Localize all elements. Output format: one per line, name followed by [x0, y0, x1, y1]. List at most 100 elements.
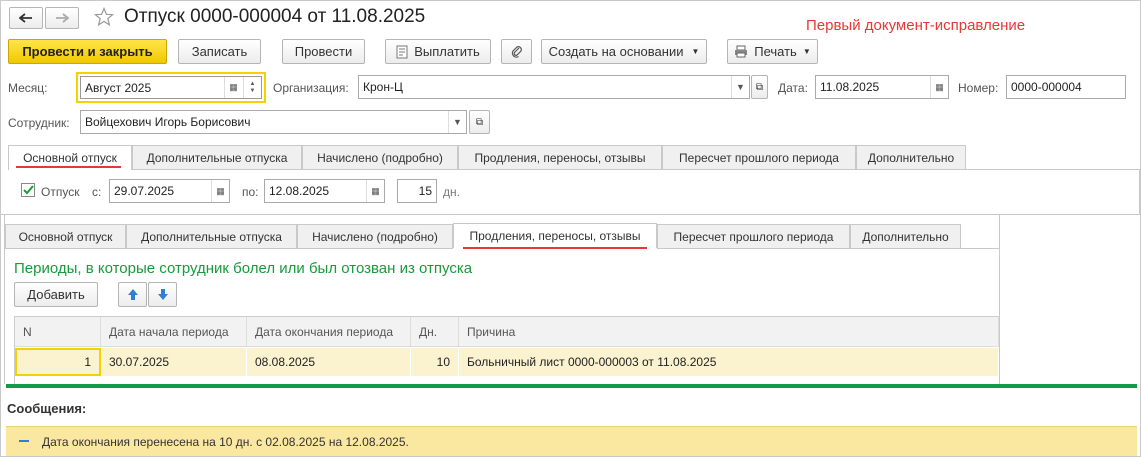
number-field[interactable]: 0000-000004 — [1006, 75, 1126, 99]
upper-tab-baseline — [132, 169, 966, 170]
open-icon: ⧉ — [755, 81, 764, 93]
cell-days[interactable]: 10 — [411, 348, 459, 376]
org-open-button[interactable]: ⧉ — [751, 75, 768, 99]
save-button[interactable]: Записать — [178, 39, 261, 64]
to-label: по: — [242, 185, 259, 199]
pay-button[interactable]: Выплатить — [385, 39, 491, 64]
vacation-checkbox-label: Отпуск — [41, 185, 80, 199]
org-value: Крон-Ц — [363, 80, 403, 94]
date-value: 11.08.2025 — [820, 80, 880, 94]
tab-recalculation[interactable]: Пересчет прошлого периода — [662, 145, 856, 169]
column-header-reason[interactable]: Причина — [459, 317, 999, 347]
checkmark-icon — [22, 185, 34, 195]
arrow-right-icon — [55, 13, 69, 23]
cell-end[interactable]: 08.08.2025 — [247, 348, 411, 376]
messages-title: Сообщения: — [7, 401, 87, 416]
print-button-label: Печать — [754, 44, 797, 59]
to-date-value: 12.08.2025 — [269, 184, 330, 198]
arrow-down-icon — [157, 288, 169, 301]
tab-recalculation[interactable]: Пересчет прошлого периода — [657, 224, 850, 248]
tab-additional-vacations[interactable]: Дополнительные отпуска — [132, 145, 302, 169]
underline-extensions — [463, 247, 647, 249]
dropdown-arrow-icon: ▼ — [802, 47, 811, 56]
lower-panel-right-border — [999, 214, 1000, 384]
annotation-title: Первый документ-исправление — [806, 17, 1026, 34]
to-date-field[interactable]: 12.08.2025 ▦ — [264, 179, 385, 203]
arrow-up-icon — [127, 288, 139, 301]
tab-additional[interactable]: Дополнительно — [850, 224, 961, 248]
date-field[interactable]: 11.08.2025 ▦ — [815, 75, 949, 99]
pay-doc-icon — [396, 45, 408, 59]
employee-value: Войцехович Игорь Борисович — [85, 115, 251, 129]
days-field[interactable]: 15 — [397, 179, 437, 203]
tab-extensions[interactable]: Продления, переносы, отзывы — [453, 223, 657, 248]
from-label: с: — [92, 185, 102, 199]
tab-additional-vacations[interactable]: Дополнительные отпуска — [126, 224, 297, 248]
cell-start[interactable]: 30.07.2025 — [101, 348, 247, 376]
tab-main-vacation[interactable]: Основной отпуск — [5, 224, 126, 248]
attach-button[interactable] — [501, 39, 532, 64]
column-header-days[interactable]: Дн. — [411, 317, 459, 347]
lower-tab-baseline — [5, 248, 453, 249]
date-label: Дата: — [778, 81, 808, 95]
employee-open-button[interactable]: ⧉ — [469, 110, 490, 134]
post-button[interactable]: Провести — [282, 39, 365, 64]
post-and-close-button[interactable]: Провести и закрыть — [8, 39, 167, 64]
calendar-icon[interactable]: ▦ — [224, 77, 242, 98]
message-bar[interactable]: Дата окончания перенесена на 10 дн. с 02… — [6, 426, 1137, 456]
from-date-value: 29.07.2025 — [114, 184, 175, 198]
days-unit: дн. — [443, 185, 460, 199]
org-field[interactable]: Крон-Ц ▼ — [358, 75, 750, 99]
extension-heading: Периоды, в которые сотрудник болел или б… — [14, 260, 473, 277]
underline-main-vacation — [16, 166, 121, 168]
month-value: Август 2025 — [85, 80, 152, 95]
pay-button-label: Выплатить — [414, 44, 480, 59]
printer-icon — [734, 45, 748, 58]
upper-panel-border — [966, 169, 1140, 215]
column-header-n[interactable]: N — [15, 317, 101, 347]
number-label: Номер: — [958, 81, 999, 95]
days-value: 15 — [418, 184, 432, 198]
message-text: Дата окончания перенесена на 10 дн. с 02… — [42, 434, 409, 449]
forward-button[interactable] — [45, 7, 79, 29]
org-label: Организация: — [273, 81, 349, 95]
arrow-left-icon — [19, 13, 33, 23]
create-based-button[interactable]: Создать на основании ▼ — [541, 39, 707, 64]
calendar-icon[interactable]: ▦ — [211, 180, 229, 202]
calendar-icon[interactable]: ▦ — [930, 76, 948, 98]
document-title: Отпуск 0000-000004 от 11.08.2025 — [124, 6, 426, 27]
create-based-label: Создать на основании — [548, 44, 684, 59]
dropdown-arrow-icon[interactable]: ▼ — [448, 111, 466, 133]
star-icon[interactable] — [93, 6, 115, 28]
tab-extensions[interactable]: Продления, переносы, отзывы — [458, 145, 662, 169]
lower-tab-baseline-right — [657, 248, 999, 249]
messages-separator — [6, 384, 1137, 388]
month-label: Месяц: — [8, 81, 48, 95]
number-value: 0000-000004 — [1011, 80, 1082, 94]
dropdown-arrow-icon[interactable]: ▼ — [731, 76, 749, 98]
column-header-end[interactable]: Дата окончания периода — [247, 317, 411, 347]
back-button[interactable] — [9, 7, 43, 29]
column-header-start[interactable]: Дата начала периода — [101, 317, 247, 347]
calendar-icon[interactable]: ▦ — [366, 180, 384, 202]
month-spin-icon[interactable]: ▲ ▼ — [243, 77, 261, 98]
move-down-button[interactable] — [148, 282, 177, 307]
from-date-field[interactable]: 29.07.2025 ▦ — [109, 179, 230, 203]
employee-label: Сотрудник: — [8, 116, 70, 130]
open-icon: ⧉ — [475, 116, 484, 128]
dropdown-arrow-icon: ▼ — [691, 47, 700, 56]
upper-panel-bottom — [0, 214, 1141, 215]
collapse-icon[interactable] — [18, 440, 30, 443]
cell-n[interactable]: 1 — [15, 348, 101, 376]
paperclip-icon — [511, 45, 523, 59]
move-up-button[interactable] — [118, 282, 147, 307]
month-field[interactable]: Август 2025 ▦ ▲ ▼ — [80, 76, 262, 99]
cell-reason[interactable]: Больничный лист 0000-000003 от 11.08.202… — [459, 348, 999, 376]
vacation-checkbox[interactable] — [21, 183, 35, 197]
tab-accrued-detailed[interactable]: Начислено (подробно) — [302, 145, 458, 169]
print-button[interactable]: Печать ▼ — [727, 39, 818, 64]
tab-additional[interactable]: Дополнительно — [856, 145, 966, 169]
employee-field[interactable]: Войцехович Игорь Борисович ▼ — [80, 110, 467, 134]
tab-accrued-detailed[interactable]: Начислено (подробно) — [297, 224, 453, 248]
add-button[interactable]: Добавить — [14, 282, 98, 307]
